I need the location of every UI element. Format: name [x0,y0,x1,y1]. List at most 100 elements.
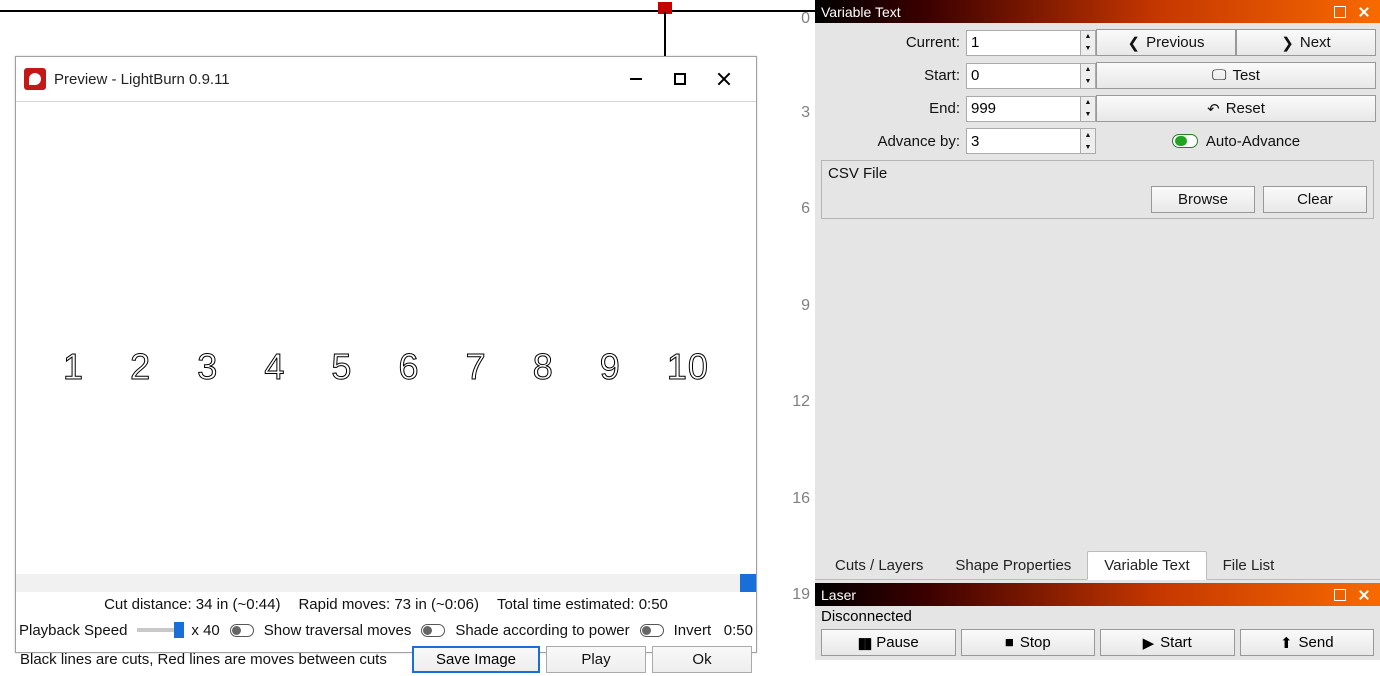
ruler-tick: 9 [373,0,382,2]
shade-power-toggle[interactable] [421,624,445,637]
panel-maximize-icon[interactable] [1330,4,1350,20]
window-title: Preview - LightBurn 0.9.11 [54,71,614,88]
current-label: Current: [821,34,966,51]
end-label: End: [821,100,966,117]
ruler-tick: 0 [801,10,810,28]
invert-time: 0:50 [724,622,753,639]
preview-glyph: 8 [533,346,554,388]
ruler-tick: 16 [792,490,810,508]
pause-label: Pause [876,634,919,651]
auto-advance-toggle[interactable] [1172,134,1198,148]
end-input[interactable] [967,100,1080,117]
spin-up-icon[interactable]: ▲ [1081,31,1095,43]
start-label: Start: [821,67,966,84]
spin-up-icon[interactable]: ▲ [1081,129,1095,141]
tab-cuts-layers[interactable]: Cuts / Layers [819,552,939,579]
shade-power-label: Shade according to power [455,622,629,639]
end-spinbox[interactable]: ▲▼ [966,96,1096,122]
preview-glyph: 3 [197,346,218,388]
ruler-tick: 3 [567,0,576,2]
advance-label: Advance by: [821,133,966,150]
test-label: Test [1232,67,1260,84]
undo-arrow-icon: ↶ [1207,100,1220,118]
playback-multiplier: x 40 [191,622,219,639]
spin-up-icon[interactable]: ▲ [1081,97,1095,109]
panel-title: Variable Text [821,4,901,20]
maximize-button[interactable] [658,57,702,101]
preview-glyph: 6 [399,346,420,388]
stop-label: Stop [1020,634,1051,651]
tab-shape-properties[interactable]: Shape Properties [939,552,1087,579]
laser-panel-header[interactable]: Laser [815,583,1380,606]
stop-button[interactable]: ■ Stop [961,629,1096,656]
close-button[interactable] [702,57,746,101]
pause-button[interactable]: ▮▮ Pause [821,629,956,656]
tab-variable-text[interactable]: Variable Text [1087,551,1206,580]
preview-glyph: 9 [600,346,621,388]
csv-file-label: CSV File [828,165,887,182]
horizontal-ruler: 19 16 12 9 6 3 0 -3 [0,0,815,12]
show-traversal-toggle[interactable] [230,624,254,637]
panel-close-icon[interactable] [1354,4,1374,20]
ruler-tick: 6 [801,200,810,218]
spin-down-icon[interactable]: ▼ [1081,76,1095,88]
right-tabs: Cuts / Layers Shape Properties Variable … [815,550,1380,580]
clear-button[interactable]: Clear [1263,186,1367,213]
previous-button[interactable]: ❮ Previous [1096,29,1236,56]
ruler-tick: 19 [62,0,80,2]
spin-down-icon[interactable]: ▼ [1081,141,1095,153]
titlebar[interactable]: Preview - LightBurn 0.9.11 [16,57,756,102]
horizontal-scrollbar[interactable] [16,574,756,592]
spin-down-icon[interactable]: ▼ [1081,109,1095,121]
panel-close-icon[interactable] [1354,587,1374,603]
current-spinbox[interactable]: ▲▼ [966,30,1096,56]
browse-button[interactable]: Browse [1151,186,1255,213]
reset-button[interactable]: ↶ Reset [1096,95,1376,122]
ruler-tick: 16 [158,0,176,2]
vertical-ruler: 0 3 6 9 12 16 19 [787,0,815,660]
stop-icon: ■ [1005,634,1014,651]
advance-input[interactable] [967,133,1080,150]
start-button[interactable]: ▶ Start [1100,629,1235,656]
advance-spinbox[interactable]: ▲▼ [966,128,1096,154]
ruler-tick: 12 [270,0,288,2]
chevron-right-icon: ❯ [1281,34,1294,52]
playback-speed-label: Playback Speed [19,622,127,639]
play-icon: ▶ [1143,634,1155,652]
preview-canvas[interactable]: 1 2 3 4 5 6 7 8 9 10 [16,102,756,592]
preview-glyph: 7 [466,346,487,388]
laser-panel: Laser Disconnected ▮▮ Pause ■ Stop ▶ Sta… [815,583,1380,660]
ruler-tick: 19 [792,586,810,604]
invert-toggle[interactable] [640,624,664,637]
rapid-moves-label: Rapid moves: 73 in (~0:06) [298,596,479,613]
ruler-tick: -3 [758,0,772,2]
playback-speed-slider[interactable] [137,628,181,632]
preview-glyph: 1 [63,346,84,388]
laser-status: Disconnected [821,608,1374,625]
cut-distance-label: Cut distance: 34 in (~0:44) [104,596,280,613]
test-button[interactable]: 🖵 Test [1096,62,1376,89]
start-spinbox[interactable]: ▲▼ [966,63,1096,89]
scrollbar-thumb[interactable] [740,574,756,592]
reset-label: Reset [1226,100,1265,117]
start-input[interactable] [967,67,1080,84]
send-label: Send [1299,634,1334,651]
pause-icon: ▮▮ [858,634,871,652]
total-time-label: Total time estimated: 0:50 [497,596,668,613]
ruler-tick: 12 [792,393,810,411]
minimize-button[interactable] [614,57,658,101]
variable-text-panel-body: Current: ▲▼ ❮ Previous ❯ Next Start: ▲▼ … [815,23,1380,225]
spin-down-icon[interactable]: ▼ [1081,43,1095,55]
spin-up-icon[interactable]: ▲ [1081,64,1095,76]
panel-maximize-icon[interactable] [1330,587,1350,603]
start-label: Start [1160,634,1192,651]
csv-file-group: CSV File Browse Clear [821,160,1374,219]
preview-glyph: 5 [331,346,352,388]
send-button[interactable]: ⬆ Send [1240,629,1375,656]
next-button[interactable]: ❯ Next [1236,29,1376,56]
tab-file-list[interactable]: File List [1207,552,1291,579]
preview-glyph: 2 [130,346,151,388]
current-input[interactable] [967,34,1080,51]
variable-text-panel-header[interactable]: Variable Text [815,0,1380,23]
preview-content: 1 2 3 4 5 6 7 8 9 10 [16,346,756,388]
